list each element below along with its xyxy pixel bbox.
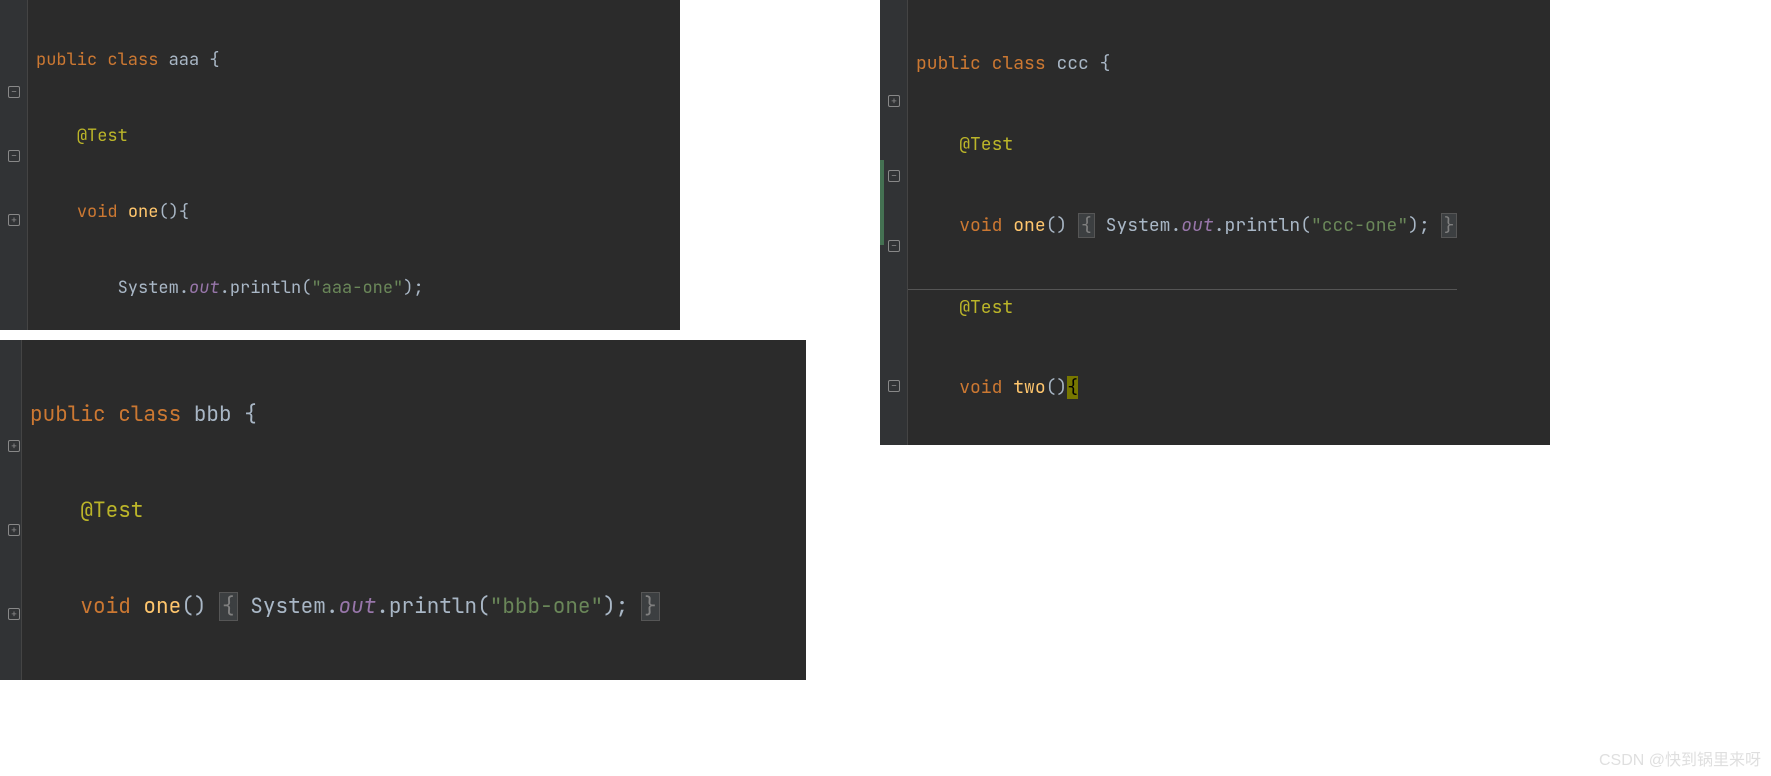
code-line[interactable]: @Test (28, 120, 589, 152)
code-line[interactable]: System.out.println("aaa-one"); (28, 272, 589, 304)
code-line[interactable]: void one() { System.out.println("ccc-one… (908, 208, 1457, 243)
code-area[interactable]: public class aaa { @Test void one(){ Sys… (28, 0, 589, 330)
gutter: + + + (0, 340, 22, 680)
editor-panel-ccc: + – – – public class ccc { @Test void on… (880, 0, 1550, 445)
code-line[interactable]: public class aaa { (28, 44, 589, 76)
code-line[interactable]: public class bbb { (22, 394, 710, 436)
fold-toggle-icon[interactable]: – (8, 150, 20, 162)
vcs-change-marker (880, 160, 884, 245)
code-line[interactable]: @Test (908, 289, 1457, 324)
fold-toggle-icon[interactable]: + (8, 608, 20, 620)
fold-toggle-icon[interactable]: – (888, 240, 900, 252)
fold-toggle-icon[interactable]: – (888, 170, 900, 182)
code-line[interactable]: void one(){ (28, 196, 589, 228)
code-line[interactable]: @Test (22, 490, 710, 532)
gutter: + – – – (880, 0, 908, 445)
watermark-text: CSDN @快到锅里来呀 (1599, 746, 1761, 770)
fold-toggle-icon[interactable]: – (8, 86, 20, 98)
code-area[interactable]: public class bbb { @Test void one() { Sy… (22, 340, 710, 680)
fold-toggle-icon[interactable]: + (8, 214, 20, 226)
fold-toggle-icon[interactable]: + (8, 440, 20, 452)
code-area[interactable]: public class ccc { @Test void one() { Sy… (908, 0, 1457, 445)
fold-toggle-icon[interactable]: + (888, 95, 900, 107)
code-line[interactable]: void one() { System.out.println("bbb-one… (22, 586, 710, 628)
editor-panel-bbb: + + + public class bbb { @Test void one(… (0, 340, 806, 680)
code-line[interactable]: void two(){ (908, 370, 1457, 405)
code-line[interactable]: public class ccc { (908, 46, 1457, 81)
fold-toggle-icon[interactable]: + (8, 524, 20, 536)
editor-panel-aaa: – – + public class aaa { @Test void one(… (0, 0, 680, 330)
code-line[interactable]: @Test (908, 127, 1457, 162)
fold-toggle-icon[interactable]: – (888, 380, 900, 392)
gutter: – – + (0, 0, 28, 330)
